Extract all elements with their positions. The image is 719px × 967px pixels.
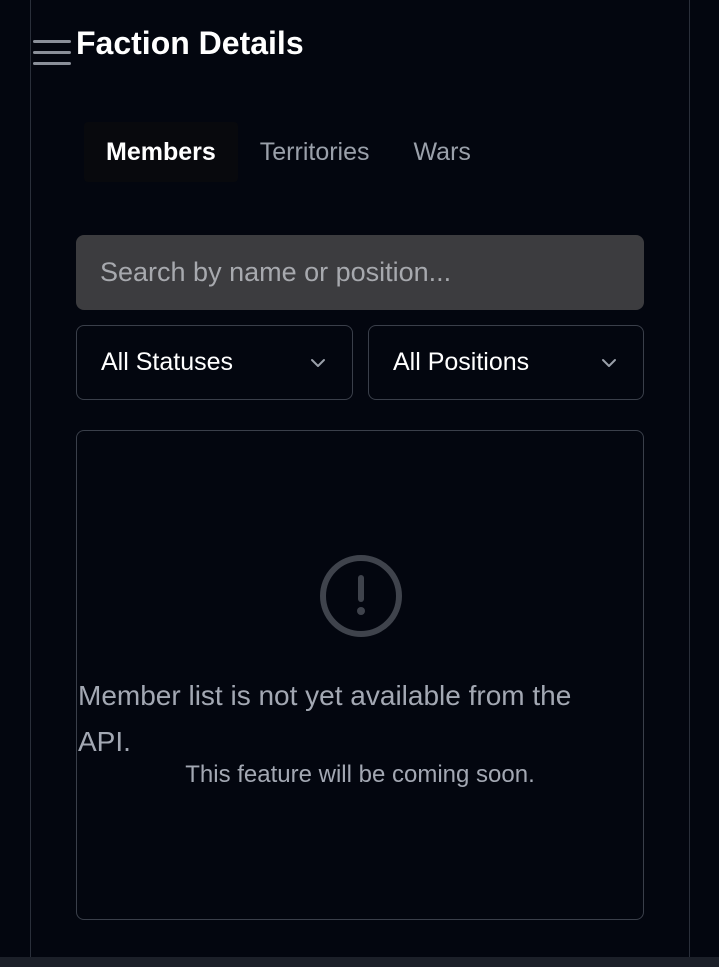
position-filter-value: All Positions (393, 348, 530, 376)
bottom-bar (0, 957, 719, 967)
search-input[interactable] (76, 235, 644, 310)
page-title: Faction Details (76, 25, 304, 61)
empty-state-message: Member list is not yet available from th… (78, 680, 572, 757)
menu-line (33, 51, 71, 54)
tab-wars[interactable]: Wars (392, 122, 493, 182)
tab-members[interactable]: Members (84, 122, 238, 182)
position-filter-select[interactable]: All Positions (368, 325, 644, 400)
menu-line (33, 62, 71, 65)
member-list-empty-state: Member list is not yet available from th… (76, 430, 644, 920)
status-filter-value: All Statuses (101, 348, 234, 376)
chevron-down-icon (602, 358, 616, 367)
tab-territories[interactable]: Territories (238, 122, 392, 182)
chevron-down-icon (311, 358, 325, 367)
tab-bar: Members Territories Wars (84, 122, 493, 182)
hamburger-menu-icon[interactable] (33, 38, 73, 68)
menu-line (33, 40, 71, 43)
empty-state-submessage: This feature will be coming soon. (185, 761, 535, 788)
status-filter-select[interactable]: All Statuses (76, 325, 353, 400)
alert-circle-icon (320, 555, 402, 637)
